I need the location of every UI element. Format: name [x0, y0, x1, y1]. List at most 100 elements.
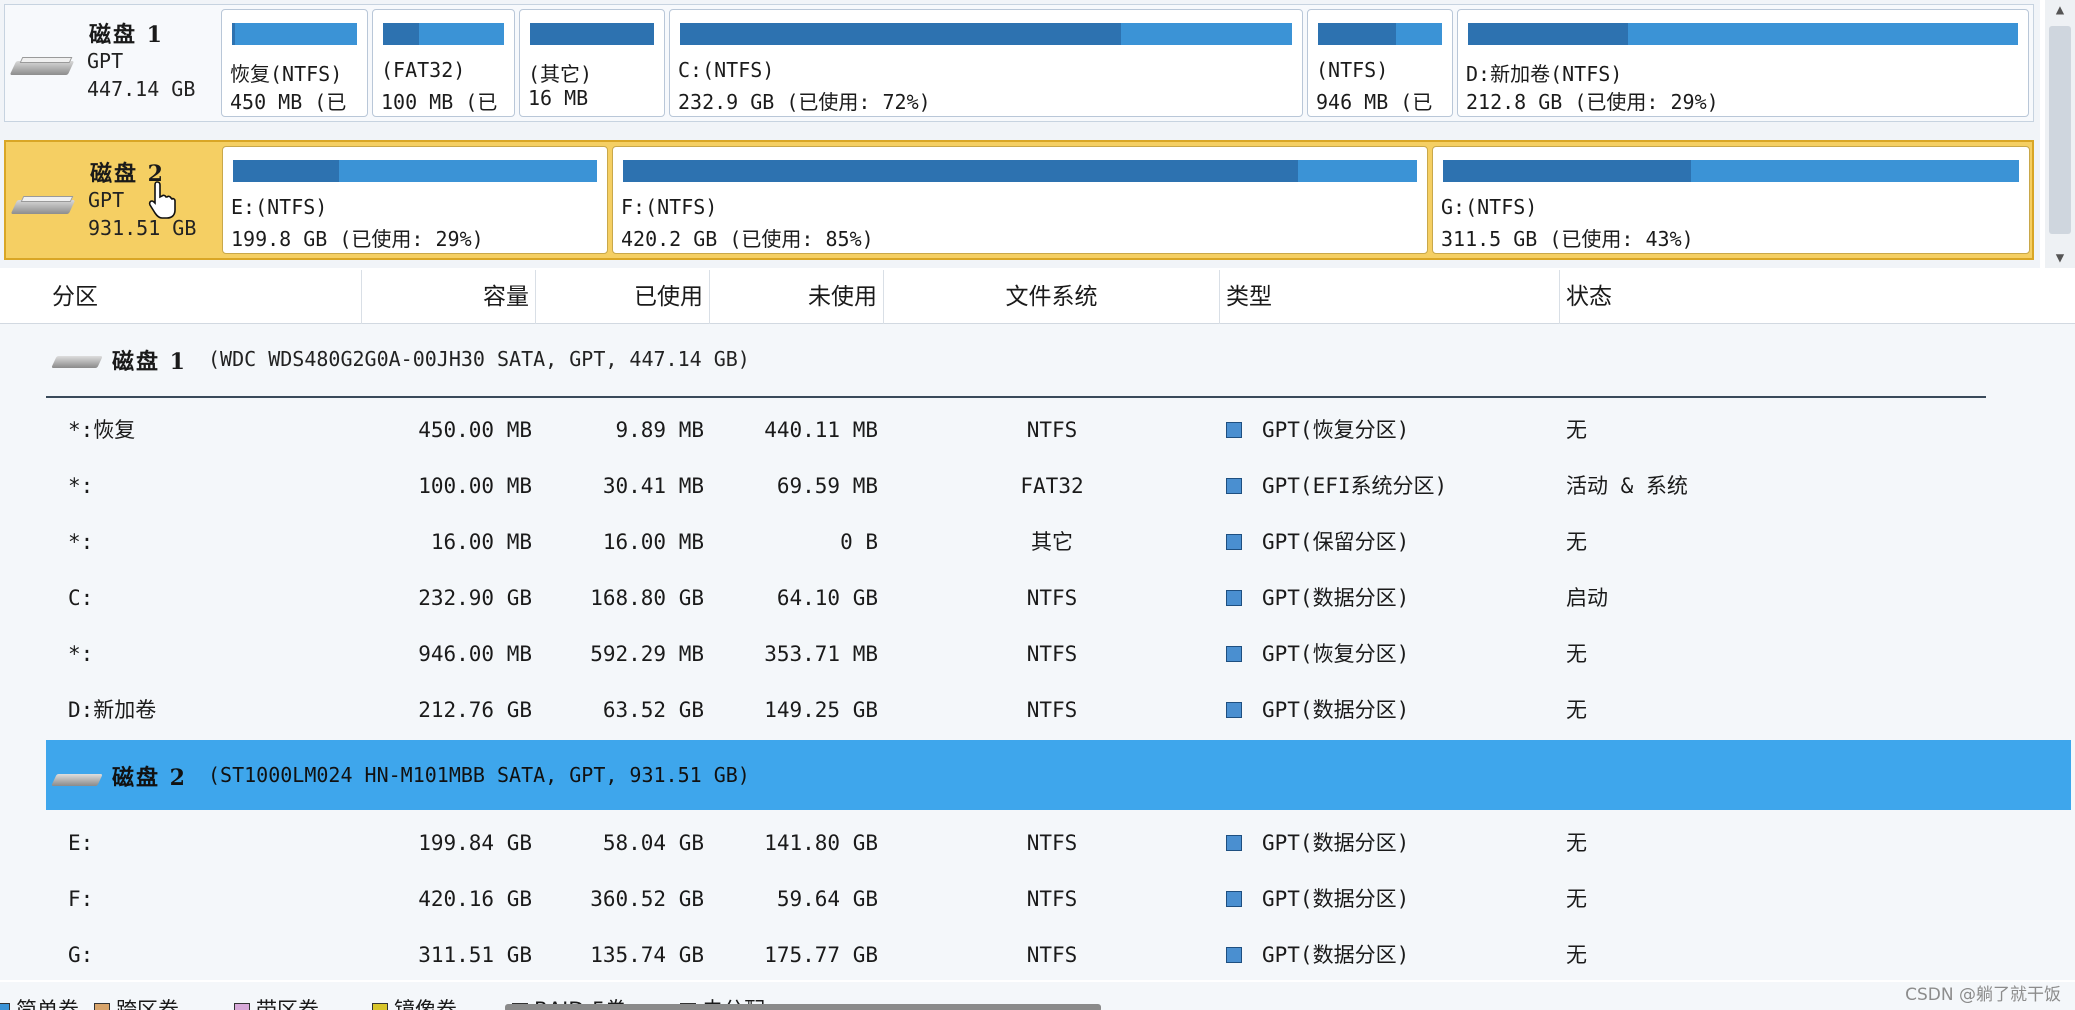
column-header-capacity[interactable]: 容量	[362, 270, 536, 324]
legend-item: 跨区卷	[94, 994, 179, 1010]
partition-color-icon	[1226, 422, 1242, 438]
disk-group-row[interactable]: 磁盘 1 (WDC WDS480G2G0A-00JH30 SATA, GPT, …	[46, 328, 2071, 390]
filesystem: NTFS	[1026, 418, 1078, 442]
table-row[interactable]: G: 311.51 GB 135.74 GB 175.77 GB NTFS GP…	[0, 927, 2075, 983]
partition-color-icon	[1226, 835, 1242, 851]
used: 30.41 MB	[602, 474, 704, 498]
partition-block[interactable]: G:(NTFS) 311.5 GB (已使用: 43%)	[1432, 146, 2030, 254]
partition-name: *:	[68, 642, 94, 666]
column-header-partition[interactable]: 分区	[46, 270, 362, 324]
partition-size: 199.8 GB (已使用: 29%)	[231, 227, 484, 251]
status: 无	[1566, 887, 1587, 911]
hard-drive-icon	[9, 57, 75, 77]
column-header-used[interactable]: 已使用	[536, 270, 710, 324]
horizontal-scrollbar[interactable]	[505, 1004, 1101, 1010]
usage-fill	[1318, 23, 1397, 45]
partition-label: E:(NTFS)	[231, 195, 328, 219]
hard-drive-icon	[10, 196, 76, 216]
table-row[interactable]: *: 100.00 MB 30.41 MB 69.59 MB FAT32 GPT…	[0, 458, 2075, 514]
partition-color-icon	[1226, 534, 1242, 550]
watermark: CSDN @躺了就干饭	[1905, 985, 2061, 1005]
partition-name: G:	[68, 943, 94, 967]
filesystem: NTFS	[1026, 831, 1078, 855]
capacity: 199.84 GB	[418, 831, 532, 855]
partition-size: 100 MB (已	[381, 90, 498, 114]
filesystem: 其它	[1031, 530, 1073, 554]
partition-block[interactable]: D:新加卷(NTFS) 212.8 GB (已使用: 29%)	[1457, 9, 2029, 117]
scroll-up-icon[interactable]: ▲	[2045, 0, 2075, 20]
table-row[interactable]: E: 199.84 GB 58.04 GB 141.80 GB NTFS GPT…	[0, 815, 2075, 871]
status: 无	[1566, 698, 1587, 722]
disk-name: 磁盘 1	[89, 22, 164, 48]
disk-group-row-selected[interactable]: 磁盘 2 (ST1000LM024 HN-M101MBB SATA, GPT, …	[46, 740, 2071, 810]
partition-size: 212.8 GB (已使用: 29%)	[1466, 90, 1719, 114]
legend-swatch	[0, 1003, 10, 1010]
status: 无	[1566, 642, 1587, 666]
partition-type: GPT(数据分区)	[1226, 927, 1556, 983]
free: 353.71 MB	[764, 642, 878, 666]
used: 360.52 GB	[590, 887, 704, 911]
disk-1-info[interactable]: 磁盘 1 GPT 447.14 GB	[5, 5, 217, 121]
hard-drive-icon	[51, 352, 103, 370]
legend-swatch	[234, 1003, 250, 1010]
partition-block[interactable]: C:(NTFS) 232.9 GB (已使用: 72%)	[669, 9, 1303, 117]
partition-size: 311.5 GB (已使用: 43%)	[1441, 227, 1694, 251]
partition-block[interactable]: (FAT32) 100 MB (已	[372, 9, 515, 117]
partition-label: F:(NTFS)	[621, 195, 718, 219]
used: 16.00 MB	[602, 530, 704, 554]
partition-type: GPT(数据分区)	[1226, 815, 1556, 871]
partition-name: *:恢复	[68, 418, 136, 442]
legend-item: 带区卷	[234, 994, 319, 1010]
table-row[interactable]: F: 420.16 GB 360.52 GB 59.64 GB NTFS GPT…	[0, 871, 2075, 927]
disk-map-scrollbar[interactable]: ▲ ▼	[2045, 0, 2075, 268]
capacity: 311.51 GB	[418, 943, 532, 967]
filesystem: NTFS	[1026, 698, 1078, 722]
partition-block[interactable]: 恢复(NTFS) 450 MB (已	[221, 9, 368, 117]
disk-2-info[interactable]: 磁盘 2 GPT 931.51 GB	[6, 142, 218, 258]
partition-type: GPT(数据分区)	[1226, 871, 1556, 927]
column-header-filesystem[interactable]: 文件系统	[884, 270, 1220, 324]
disk-1-map-row[interactable]: 磁盘 1 GPT 447.14 GB 恢复(NTFS) 450 MB (已 (F…	[4, 4, 2034, 122]
partition-size: 450 MB (已	[230, 90, 347, 114]
partition-type: GPT(数据分区)	[1226, 570, 1556, 626]
partition-block[interactable]: (NTFS) 946 MB (已	[1307, 9, 1453, 117]
capacity: 100.00 MB	[418, 474, 532, 498]
usage-fill	[623, 160, 1298, 182]
partition-table: 分区 容量 已使用 未使用 文件系统 类型 状态 磁盘 1 (WDC WDS48…	[0, 270, 2075, 980]
partition-color-icon	[1226, 478, 1242, 494]
filesystem: FAT32	[1020, 474, 1084, 498]
disk-2-map-row[interactable]: 磁盘 2 GPT 931.51 GB E:(NTFS) 199.8 GB (已使…	[4, 140, 2034, 260]
column-header-type[interactable]: 类型	[1220, 270, 1560, 324]
free: 440.11 MB	[764, 418, 878, 442]
usage-fill	[680, 23, 1121, 45]
table-row[interactable]: D:新加卷 212.76 GB 63.52 GB 149.25 GB NTFS …	[0, 682, 2075, 738]
legend-item: 简单卷	[0, 994, 79, 1010]
legend-swatch	[372, 1003, 388, 1010]
partition-size: 946 MB (已	[1316, 90, 1433, 114]
disk-scheme: GPT	[87, 49, 124, 73]
disk-size: 447.14 GB	[87, 77, 196, 101]
column-header-status[interactable]: 状态	[1560, 270, 2070, 324]
used: 9.89 MB	[615, 418, 704, 442]
usage-fill	[383, 23, 420, 45]
column-header-free[interactable]: 未使用	[710, 270, 884, 324]
used: 168.80 GB	[590, 586, 704, 610]
table-row[interactable]: C: 232.90 GB 168.80 GB 64.10 GB NTFS GPT…	[0, 570, 2075, 626]
partition-block[interactable]: F:(NTFS) 420.2 GB (已使用: 85%)	[612, 146, 1428, 254]
usage-fill	[232, 23, 235, 45]
partition-block[interactable]: E:(NTFS) 199.8 GB (已使用: 29%)	[222, 146, 608, 254]
table-row[interactable]: *:恢复 450.00 MB 9.89 MB 440.11 MB NTFS GP…	[0, 402, 2075, 458]
legend-swatch	[94, 1003, 110, 1010]
table-row[interactable]: *: 16.00 MB 16.00 MB 0 B 其它 GPT(保留分区) 无	[0, 514, 2075, 570]
filesystem: NTFS	[1026, 642, 1078, 666]
disk-size: 931.51 GB	[88, 216, 197, 240]
table-row[interactable]: *: 946.00 MB 592.29 MB 353.71 MB NTFS GP…	[0, 626, 2075, 682]
partition-block[interactable]: (其它) 16 MB	[519, 9, 665, 117]
scrollbar-thumb[interactable]	[2049, 26, 2071, 234]
partition-color-icon	[1226, 947, 1242, 963]
partition-label: G:(NTFS)	[1441, 195, 1538, 219]
partition-type: GPT(恢复分区)	[1226, 626, 1556, 682]
filesystem: NTFS	[1026, 586, 1078, 610]
partition-size: 232.9 GB (已使用: 72%)	[678, 90, 931, 114]
scroll-down-icon[interactable]: ▼	[2045, 248, 2075, 268]
